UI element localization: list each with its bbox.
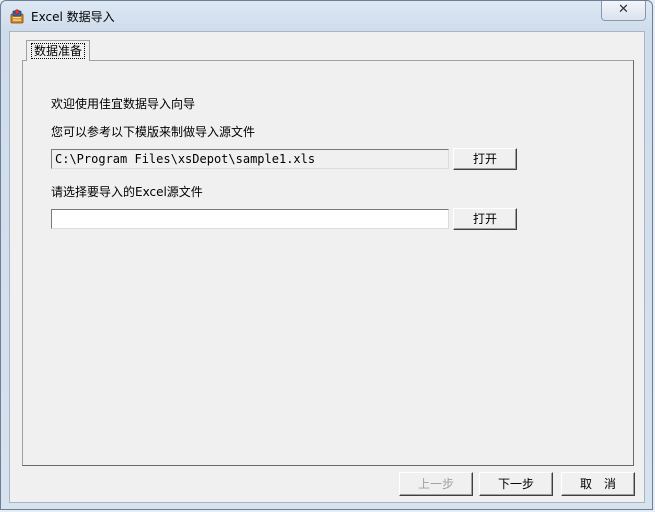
next-step-button[interactable]: 下一步 xyxy=(479,472,553,496)
excel-app-icon xyxy=(10,9,24,24)
tab-data-preparation[interactable]: 数据准备 xyxy=(26,40,91,61)
title-bar[interactable]: Excel 数据导入 ✕ xyxy=(1,1,652,31)
dialog-window: Excel 数据导入 ✕ 数据准备 欢迎使用佳宜数据导入向导 您可以参考以下模版… xyxy=(0,0,653,510)
template-path-field[interactable]: C:\Program Files\xsDepot\sample1.xls xyxy=(51,149,449,169)
client-area: 数据准备 欢迎使用佳宜数据导入向导 您可以参考以下模版来制做导入源文件 C:\P… xyxy=(9,31,645,503)
select-source-hint: 请选择要导入的Excel源文件 xyxy=(51,185,203,199)
welcome-text: 欢迎使用佳宜数据导入向导 xyxy=(51,97,196,111)
close-icon: ✕ xyxy=(618,2,629,17)
open-template-button[interactable]: 打开 xyxy=(453,148,517,170)
window-title: Excel 数据导入 xyxy=(31,10,115,24)
tab-label: 数据准备 xyxy=(31,43,86,59)
previous-step-button[interactable]: 上一步 xyxy=(399,472,473,496)
source-file-field[interactable] xyxy=(51,209,449,229)
tab-panel: 欢迎使用佳宜数据导入向导 您可以参考以下模版来制做导入源文件 C:\Progra… xyxy=(22,60,634,466)
template-hint-text: 您可以参考以下模版来制做导入源文件 xyxy=(51,125,256,139)
open-source-button[interactable]: 打开 xyxy=(453,208,517,230)
close-button[interactable]: ✕ xyxy=(601,1,646,21)
cancel-button[interactable]: 取 消 xyxy=(561,472,635,496)
